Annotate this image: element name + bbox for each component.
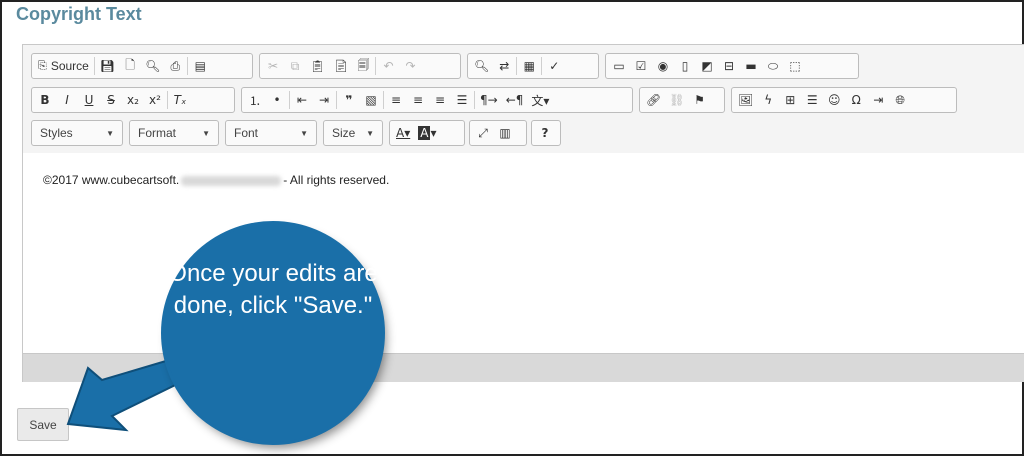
- callout-text: Once your edits are done, click "Save.": [168, 260, 378, 319]
- callout-arrow: [66, 350, 212, 432]
- callout-bubble: [164, 224, 382, 442]
